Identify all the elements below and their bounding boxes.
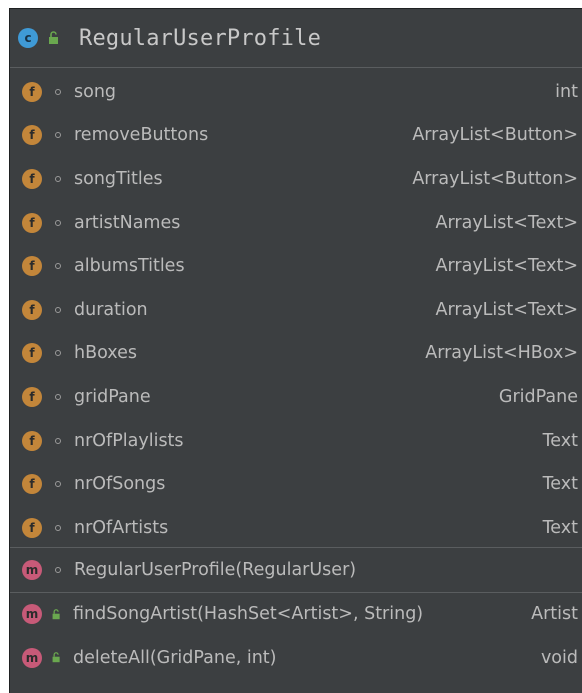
field-icon: f xyxy=(22,81,42,102)
public-lock-icon xyxy=(49,31,58,44)
field-row[interactable]: f duration ArrayList<Text> xyxy=(10,288,582,332)
field-icon: f xyxy=(22,386,42,407)
field-row[interactable]: f gridPane GridPane xyxy=(10,375,582,419)
fields-section: f song int f removeButtons ArrayList<But… xyxy=(10,68,582,547)
field-type: ArrayList<Button> xyxy=(412,168,578,189)
field-type: Text xyxy=(542,517,578,538)
field-name: nrOfArtists xyxy=(74,517,169,538)
field-name: nrOfPlaylists xyxy=(74,430,184,451)
package-private-icon xyxy=(55,306,61,313)
field-row[interactable]: f nrOfArtists Text xyxy=(10,506,582,550)
package-private-icon xyxy=(55,219,61,226)
field-type: ArrayList<HBox> xyxy=(425,343,578,364)
field-name: artistNames xyxy=(74,212,181,233)
method-icon: m xyxy=(22,559,42,580)
field-icon: f xyxy=(22,474,42,495)
field-icon: f xyxy=(22,430,42,451)
field-name: song xyxy=(74,81,117,102)
field-row[interactable]: f nrOfSongs Text xyxy=(10,462,582,506)
field-type: Text xyxy=(542,474,578,495)
field-type: GridPane xyxy=(498,386,578,407)
field-name: albumsTitles xyxy=(74,256,185,277)
field-row[interactable]: f removeButtons ArrayList<Button> xyxy=(10,114,582,158)
package-private-icon xyxy=(55,175,61,182)
method-icon: m xyxy=(22,604,42,625)
constructors-section: m RegularUserProfile(RegularUser) xyxy=(10,548,582,592)
field-row[interactable]: f songTitles ArrayList<Button> xyxy=(10,157,582,201)
package-private-icon xyxy=(55,524,61,531)
methods-section: m findSongArtist(HashSet<Artist>, String… xyxy=(10,593,582,680)
package-private-icon xyxy=(55,481,61,488)
field-name: gridPane xyxy=(74,386,151,407)
field-row[interactable]: f song int xyxy=(10,70,582,114)
method-return-type: Artist xyxy=(531,604,578,625)
field-type: Text xyxy=(542,430,578,451)
constructor-row[interactable]: m RegularUserProfile(RegularUser) xyxy=(10,548,582,592)
public-lock-icon xyxy=(51,608,62,621)
public-lock-icon xyxy=(51,651,62,664)
field-name: duration xyxy=(74,299,148,320)
field-name: hBoxes xyxy=(74,343,137,364)
field-icon: f xyxy=(22,517,42,538)
package-private-icon xyxy=(55,132,61,139)
field-type: ArrayList<Text> xyxy=(435,212,578,233)
package-private-icon xyxy=(55,263,61,270)
package-private-icon xyxy=(55,350,61,357)
field-icon: f xyxy=(22,125,42,146)
class-header[interactable]: c RegularUserProfile xyxy=(10,9,582,68)
method-return-type: void xyxy=(540,647,578,668)
field-row[interactable]: f albumsTitles ArrayList<Text> xyxy=(10,244,582,288)
method-signature: deleteAll(GridPane, int) xyxy=(73,647,277,668)
class-name: RegularUserProfile xyxy=(79,25,322,51)
field-icon: f xyxy=(22,212,42,233)
field-icon: f xyxy=(22,256,42,277)
method-row[interactable]: m deleteAll(GridPane, int) void xyxy=(10,636,582,680)
package-private-icon xyxy=(55,88,61,95)
package-private-icon xyxy=(55,393,61,400)
field-icon: f xyxy=(22,299,42,320)
class-diagram-card: c RegularUserProfile f song int f remove… xyxy=(9,8,582,693)
method-row[interactable]: m findSongArtist(HashSet<Artist>, String… xyxy=(10,593,582,637)
field-icon: f xyxy=(22,343,42,364)
field-type: int xyxy=(555,81,578,102)
field-icon: f xyxy=(22,168,42,189)
field-type: ArrayList<Text> xyxy=(435,256,578,277)
method-icon: m xyxy=(22,647,42,668)
package-private-icon xyxy=(55,437,61,444)
constructor-signature: RegularUserProfile(RegularUser) xyxy=(74,559,357,580)
field-type: ArrayList<Text> xyxy=(435,299,578,320)
package-private-icon xyxy=(55,566,61,573)
field-row[interactable]: f artistNames ArrayList<Text> xyxy=(10,201,582,245)
field-row[interactable]: f hBoxes ArrayList<HBox> xyxy=(10,332,582,376)
class-icon: c xyxy=(18,28,38,48)
field-type: ArrayList<Button> xyxy=(412,125,578,146)
field-name: removeButtons xyxy=(74,125,209,146)
field-row[interactable]: f nrOfPlaylists Text xyxy=(10,419,582,463)
method-signature: findSongArtist(HashSet<Artist>, String) xyxy=(73,604,424,625)
field-name: nrOfSongs xyxy=(74,474,166,495)
field-name: songTitles xyxy=(74,168,163,189)
